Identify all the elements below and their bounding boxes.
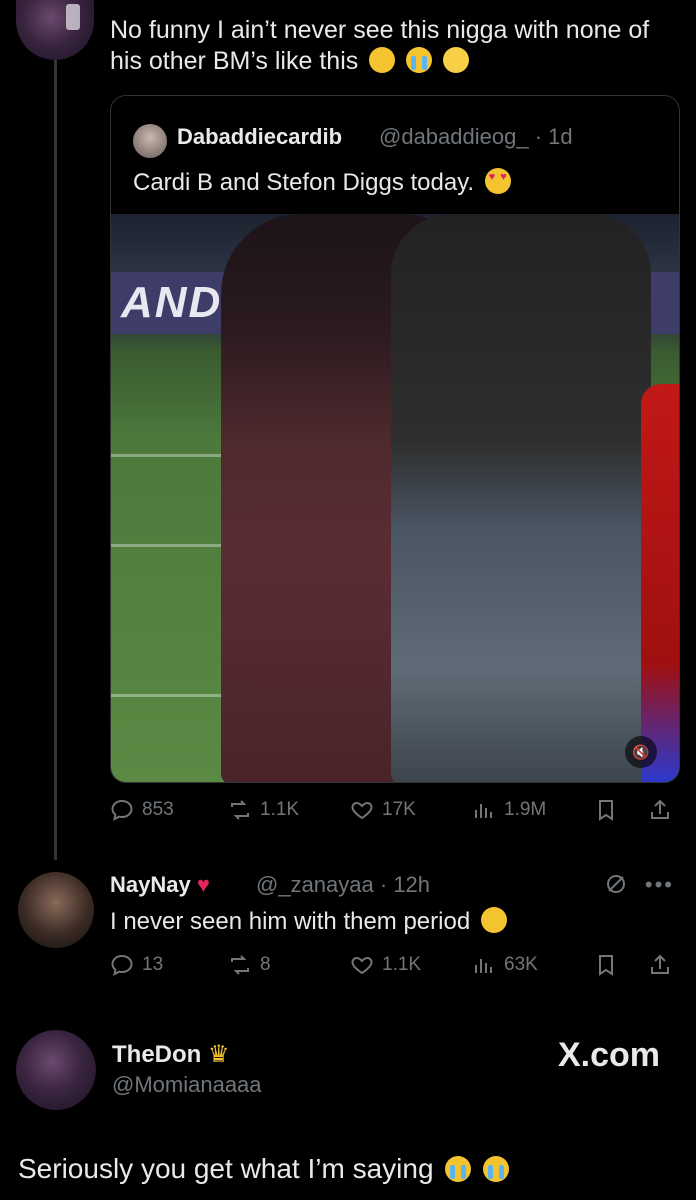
tweet-actions: 853 1.1K 17K 1.9M [110,798,680,832]
reply-author-name[interactable]: NayNay ♥ [110,872,210,898]
views-icon [475,959,492,973]
like-count: 17K [382,799,416,820]
more-options-icon[interactable]: ••• [645,872,674,898]
quote-video[interactable]: AND 🔇 [111,214,679,782]
quoted-tweet-card[interactable]: Dabaddiecardib @dabaddieog_ · 1d Cardi B… [110,95,680,783]
loudly-crying-face-emoji [406,47,433,73]
heart-icon [351,956,373,975]
views-count: 63K [504,954,538,975]
loudly-crying-face-emoji [483,1156,510,1182]
reply-handle-time: @_zanayaa · 12h [256,872,430,898]
repost-count: 1.1K [260,799,300,820]
views-button[interactable]: 1.9M [472,798,546,822]
quote-time: · 1d [534,124,573,149]
quote-text: Cardi B and Stefon Diggs today. [133,168,511,197]
repost-icon [231,955,249,975]
bookmark-button[interactable] [594,953,618,977]
quote-handle[interactable]: @dabaddieog_ [379,124,529,149]
avatar[interactable] [16,1030,96,1110]
reply-button[interactable]: 13 [110,953,163,977]
share-icon [651,799,669,819]
like-count: 1.1K [382,954,422,975]
share-button[interactable] [648,953,672,977]
grok-icon[interactable] [604,872,628,896]
thedon-author-name[interactable]: TheDon ♛ [112,1040,230,1069]
reply-text: I never seen him with them period [110,907,507,936]
repost-icon [231,800,249,820]
reply-handle[interactable]: @_zanayaa [256,872,374,897]
crowned-person-emoji: ♛ [208,1041,230,1068]
banner-text: AND [121,278,223,327]
heart-icon [351,801,373,820]
heart-eyes-emoji [484,168,511,194]
like-button[interactable]: 1.1K [350,953,421,977]
views-count: 1.9M [504,799,547,820]
reply-icon [111,954,133,976]
reply-time: · 12h [379,872,431,897]
mute-icon[interactable]: 🔇 [625,736,657,768]
quote-author-name[interactable]: Dabaddiecardib [177,124,342,150]
weary-face-emoji [369,47,396,73]
person-background [641,384,679,782]
reply-icon [111,799,133,821]
quote-handle-time: @dabaddieog_ · 1d [379,124,573,150]
repost-button[interactable]: 1.1K [228,798,299,822]
xcom-watermark: X.com [557,1036,660,1074]
views-icon [475,804,492,818]
reply-count: 853 [142,799,174,820]
reply-actions: 13 8 1.1K 63K [110,953,680,987]
reply-count: 13 [142,954,164,975]
reply-button[interactable]: 853 [110,798,174,822]
pleading-face-emoji [443,47,470,73]
avatar[interactable] [16,0,94,60]
views-button[interactable]: 63K [472,953,538,977]
tweet-text: No funny I ain’t never see this nigga wi… [110,16,650,75]
thread-line [54,60,57,860]
repost-count: 8 [260,954,271,975]
rolling-on-floor-laughing-emoji [480,907,507,933]
quote-avatar[interactable] [133,124,167,158]
thedon-text: Seriously you get what I’m saying [18,1153,510,1185]
person-man [391,214,651,782]
thedon-handle[interactable]: @Momianaaaa [112,1072,262,1098]
bookmark-button[interactable] [594,798,618,822]
share-icon [651,954,669,974]
share-button[interactable] [648,798,672,822]
bookmark-icon [599,800,613,821]
loudly-crying-face-emoji [445,1156,472,1182]
red-heart-emoji: ♥ [196,872,210,897]
bookmark-icon [599,955,613,976]
avatar[interactable] [18,872,94,948]
repost-button[interactable]: 8 [228,953,271,977]
like-button[interactable]: 17K [350,798,416,822]
